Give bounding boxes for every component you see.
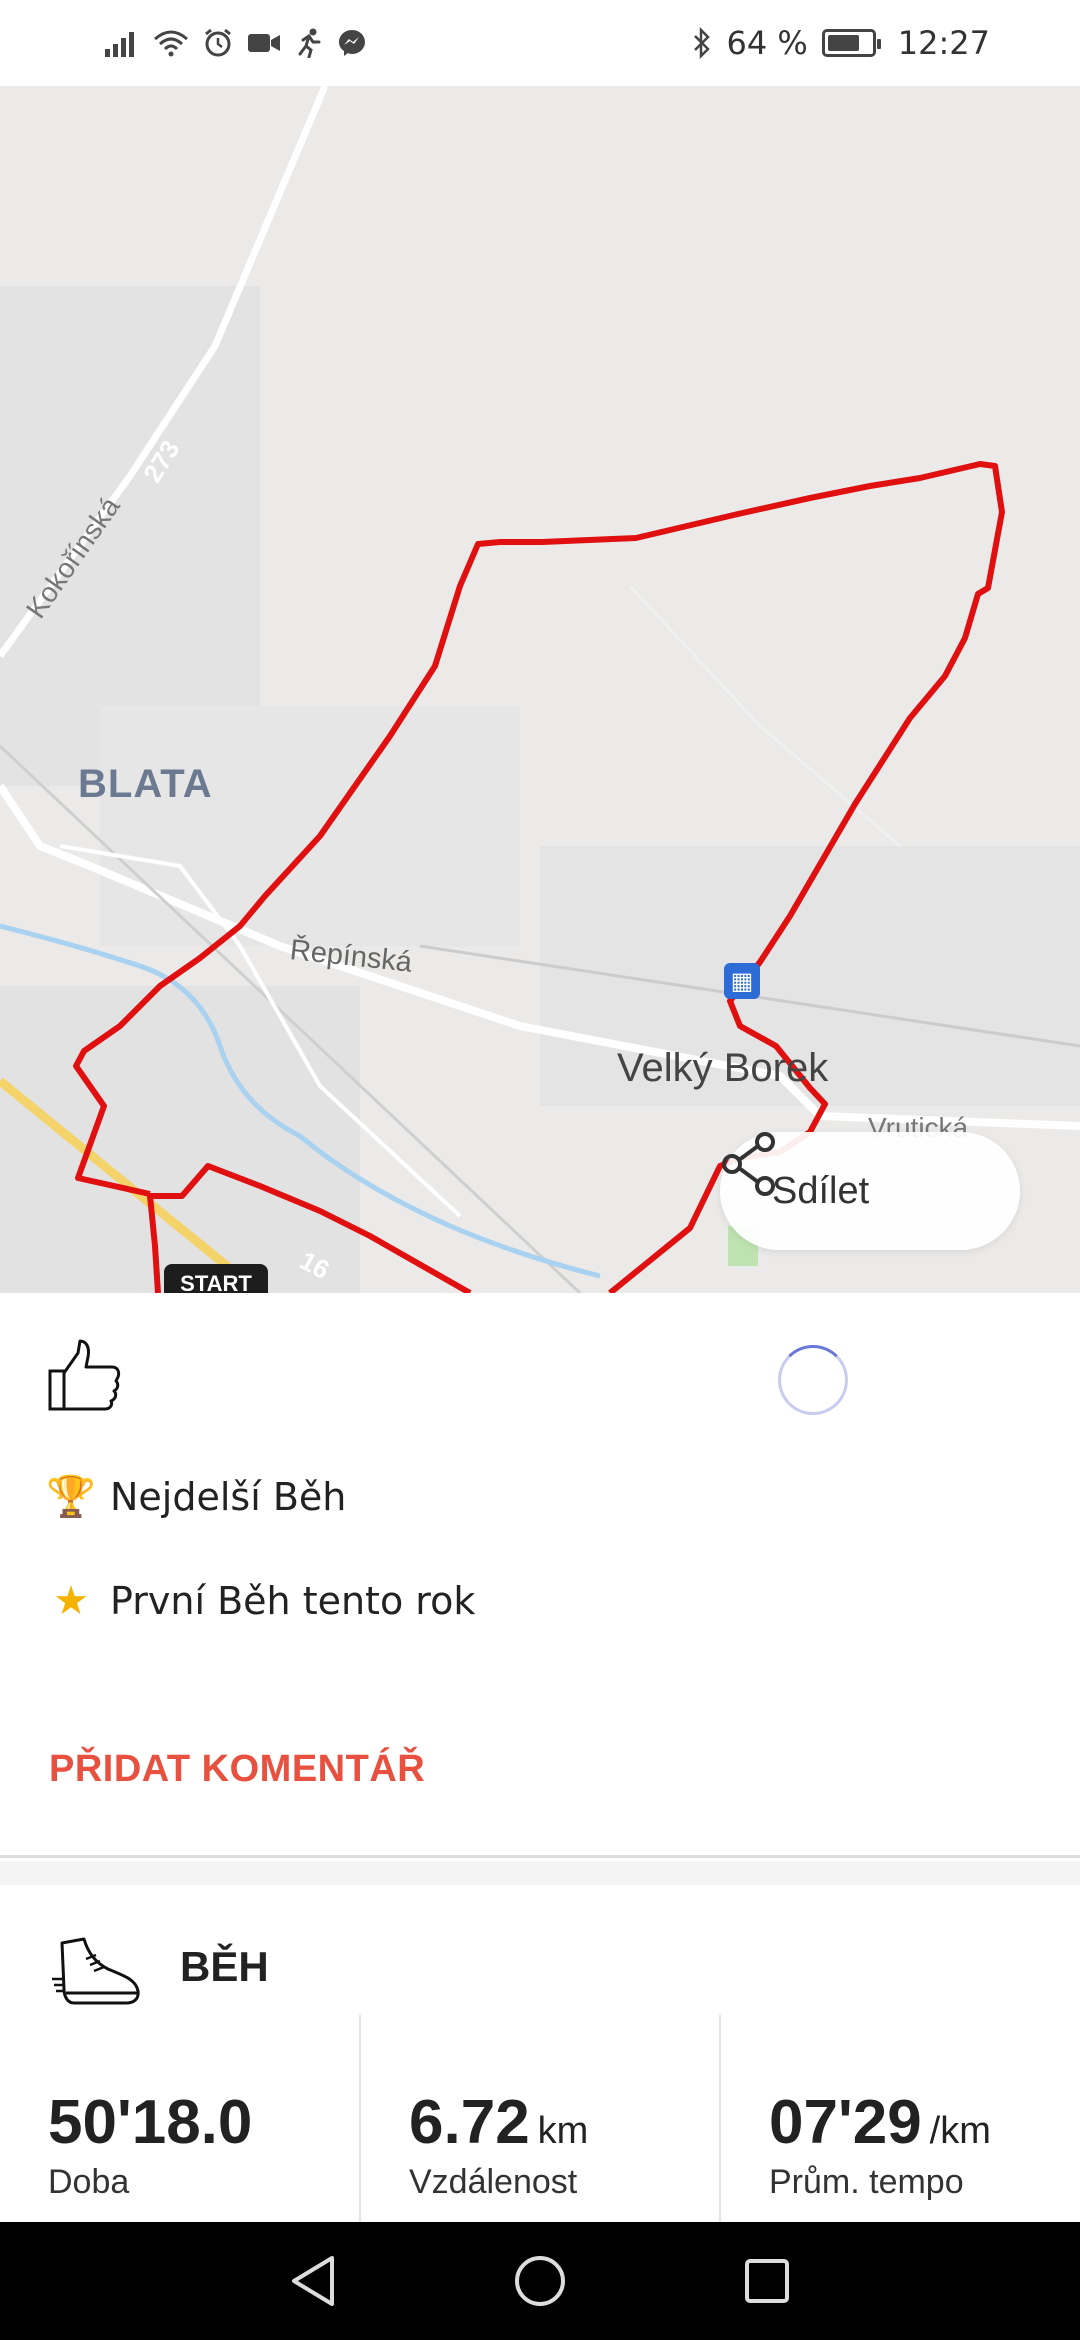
bluetooth-icon (694, 27, 711, 59)
messenger-icon (339, 30, 365, 56)
route-map[interactable]: Kokořínská 273 BLATA Řepínská Velký Bore… (0, 86, 1080, 1293)
like-row (46, 1337, 1046, 1427)
status-icons-right: 64 % 12:27 (692, 24, 990, 62)
builtup-area-blata (100, 706, 520, 946)
share-icon (722, 1132, 775, 1196)
stat-value: 6.72 km (409, 2087, 588, 2158)
map-label-velky-borek: Velký Borek (617, 1046, 829, 1090)
section-divider (0, 1861, 1080, 1885)
system-nav-bar (0, 2222, 1080, 2340)
stat-label: Vzdálenost (409, 2163, 578, 2201)
clock: 12:27 (897, 24, 990, 62)
running-icon (298, 28, 321, 58)
add-comment-button[interactable]: PŘIDAT KOMENTÁŘ (49, 1748, 425, 1791)
battery-fill (827, 35, 859, 51)
battery-icon (821, 29, 881, 57)
signal-icon (105, 32, 134, 57)
stat-distance: 6.72 km Vzdálenost (359, 2015, 719, 2222)
battery-percent: 64 % (726, 24, 808, 62)
achievement-label: Nejdelší Běh (110, 1474, 347, 1519)
nav-back-button[interactable] (273, 2241, 353, 2321)
stat-unit: km (537, 2110, 589, 2152)
status-icons-left (105, 28, 367, 58)
achievement-first-run-year: ★ První Běh tento rok (46, 1578, 475, 1624)
workout-summary: BĚH 50'18.0 Doba 6.72 km Vzdálenost 07'29… (0, 1885, 1080, 2222)
stat-pace: 07'29/km Prům. tempo (719, 2015, 1080, 2222)
star-icon: ★ (53, 1578, 89, 1624)
nav-home-button[interactable] (500, 2241, 580, 2321)
alarm-icon (205, 28, 231, 57)
achievement-label: První Běh tento rok (110, 1579, 476, 1623)
running-shoe-icon (52, 1937, 140, 2005)
status-bar: 64 % 12:27 (0, 0, 1080, 86)
share-label: Sdílet (772, 1169, 870, 1212)
share-button[interactable]: Sdílet (720, 1132, 1020, 1250)
wifi-icon (154, 30, 188, 57)
thumbs-up-icon[interactable] (46, 1337, 122, 1413)
stat-value: 50'18.0 (48, 2087, 252, 2158)
stat-label: Prům. tempo (769, 2163, 964, 2201)
achievement-longest-run: 🏆 Nejdelší Běh (46, 1473, 346, 1520)
start-badge: START (164, 1264, 268, 1293)
stat-duration: 50'18.0 Doba (0, 2015, 359, 2222)
map-label-blata: BLATA (78, 762, 213, 806)
road-minor-2 (628, 584, 901, 848)
video-icon (248, 34, 280, 52)
trophy-icon: 🏆 (46, 1474, 96, 1520)
stat-number: 50'18.0 (48, 2088, 253, 2157)
home-icon (514, 2256, 565, 2306)
train-station-icon: ▦ (724, 963, 760, 999)
stat-label: Doba (48, 2163, 130, 2201)
stat-number: 07'29 (769, 2088, 922, 2157)
back-icon (292, 2256, 335, 2306)
stat-value: 07'29/km (769, 2087, 991, 2158)
stat-number: 6.72 (409, 2088, 530, 2157)
social-section: 🏆 Nejdelší Běh ★ První Běh tento rok PŘI… (0, 1293, 1080, 1858)
loading-spinner (778, 1345, 848, 1415)
nav-recents-button[interactable] (727, 2241, 807, 2321)
stat-unit: /km (929, 2110, 991, 2152)
sport-type-label: BĚH (180, 1943, 269, 1990)
recents-icon (744, 2259, 789, 2303)
